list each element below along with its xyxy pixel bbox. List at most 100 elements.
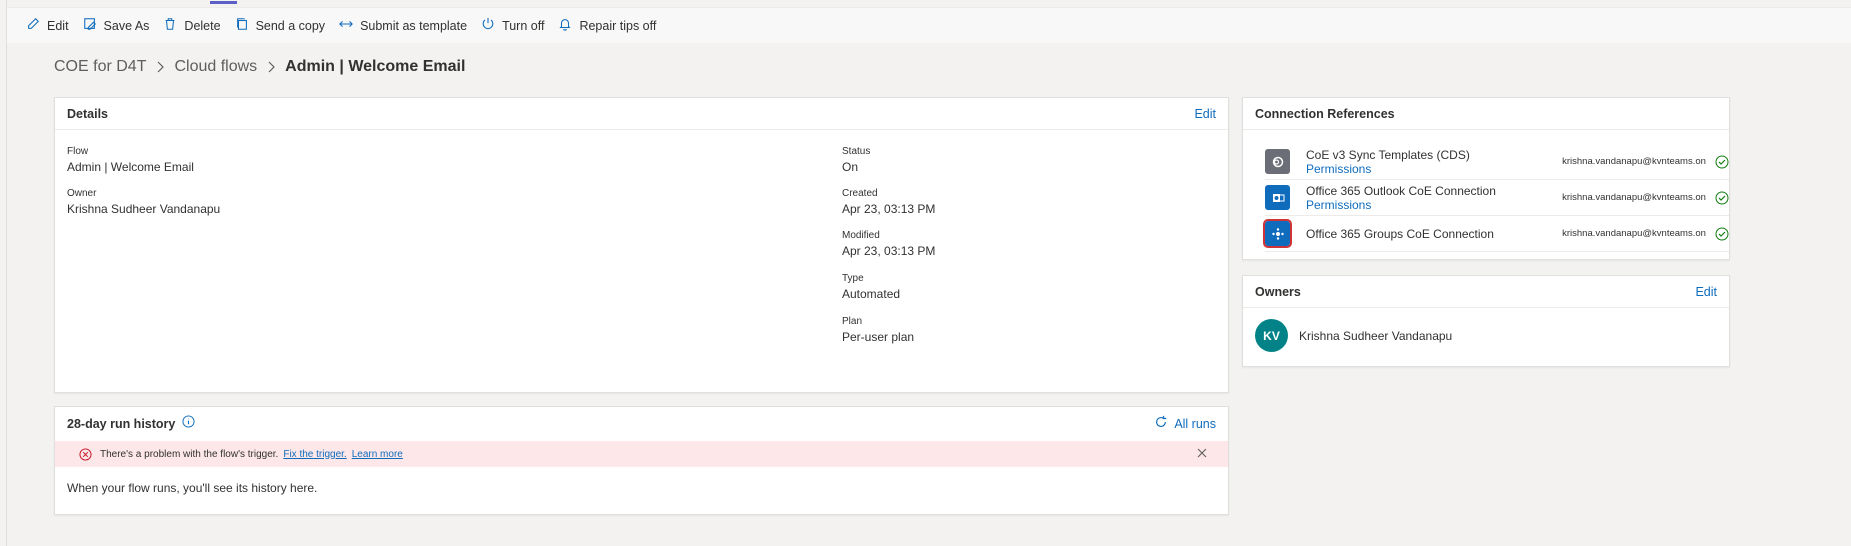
type-value: Automated [842, 287, 901, 301]
owners-card: Owners Edit KV Krishna Sudheer Vandanapu [1242, 275, 1730, 367]
modified-field: Modified Apr 23, 03:13 PM [842, 230, 935, 258]
owners-title: Owners [1255, 284, 1301, 299]
connection-email: krishna.vandanapu@kvnteams.on [1562, 192, 1706, 203]
dataverse-icon [1265, 149, 1290, 174]
check-circle-icon [1715, 191, 1729, 205]
flow-value: Admin | Welcome Email [67, 160, 194, 174]
owner-name: Krishna Sudheer Vandanapu [1299, 328, 1453, 343]
all-runs-label: All runs [1174, 417, 1216, 431]
edit-button[interactable]: Edit [26, 17, 69, 34]
plan-field: Plan Per-user plan [842, 316, 914, 344]
owner-row: KV Krishna Sudheer Vandanapu [1243, 308, 1729, 363]
save-as-button[interactable]: Save As [83, 17, 150, 34]
turn-off-button[interactable]: Turn off [481, 17, 544, 34]
bell-icon [558, 17, 572, 34]
repair-tips-label: Repair tips off [579, 18, 657, 33]
outlook-icon [1265, 185, 1290, 210]
breadcrumb: COE for D4T Cloud flows Admin | Welcome … [54, 58, 465, 76]
error-text: There's a problem with the flow's trigge… [100, 448, 279, 460]
permissions-link[interactable]: Permissions [1306, 198, 1562, 212]
run-history-title-group: 28-day run history [67, 415, 195, 433]
avatar: KV [1255, 319, 1288, 352]
owner-label: Owner [67, 188, 97, 199]
connection-name: Office 365 Groups CoE Connection [1306, 227, 1562, 241]
refresh-icon [1154, 415, 1168, 434]
send-copy-button[interactable]: Send a copy [235, 17, 326, 34]
trigger-error-banner: There's a problem with the flow's trigge… [55, 441, 1228, 467]
owner-field: Owner Krishna Sudheer Vandanapu [67, 188, 220, 216]
owner-value: Krishna Sudheer Vandanapu [67, 202, 221, 216]
submit-template-label: Submit as template [360, 18, 468, 33]
copy-icon [235, 17, 249, 34]
chevron-right-icon [266, 61, 276, 73]
created-label: Created [842, 188, 878, 199]
check-circle-icon [1715, 227, 1729, 241]
breadcrumb-root[interactable]: COE for D4T [54, 58, 146, 76]
owners-header: Owners Edit [1243, 276, 1729, 308]
status-label: Status [842, 146, 871, 157]
created-value: Apr 23, 03:13 PM [842, 202, 936, 216]
connection-row: Office 365 Groups CoE Connection krishna… [1263, 216, 1729, 252]
error-icon [79, 447, 92, 461]
run-history-empty-text: When your flow runs, you'll see its hist… [67, 481, 318, 495]
permissions-link[interactable]: Permissions [1306, 162, 1562, 176]
fix-trigger-link[interactable]: Fix the trigger. [283, 449, 346, 460]
modified-label: Modified [842, 230, 880, 241]
owners-edit-link[interactable]: Edit [1695, 285, 1717, 299]
run-history-card: 28-day run history All runs There's a pr… [54, 406, 1229, 515]
details-title: Details [67, 106, 108, 121]
all-runs-button[interactable]: All runs [1154, 415, 1216, 434]
chevron-right-icon [155, 61, 165, 73]
command-bar: Edit Save As Delete Send a copy Submit a… [7, 1, 1851, 43]
run-history-title: 28-day run history [67, 417, 176, 431]
save-as-label: Save As [103, 18, 150, 33]
plan-label: Plan [842, 316, 863, 327]
connection-name: CoE v3 Sync Templates (CDS) Permissions [1306, 148, 1562, 176]
connection-name-text: Office 365 Outlook CoE Connection [1306, 183, 1496, 198]
power-icon [481, 17, 495, 34]
connection-name-text: CoE v3 Sync Templates (CDS) [1306, 147, 1470, 162]
edit-label: Edit [47, 18, 69, 33]
turn-off-label: Turn off [502, 18, 545, 33]
groups-icon [1263, 219, 1292, 248]
delete-button[interactable]: Delete [163, 17, 221, 34]
details-edit-link[interactable]: Edit [1194, 107, 1216, 121]
details-header: Details Edit [55, 98, 1228, 130]
connection-name: Office 365 Outlook CoE Connection Permis… [1306, 184, 1562, 212]
flow-label: Flow [67, 146, 89, 157]
plan-value: Per-user plan [842, 330, 915, 344]
type-label: Type [842, 273, 864, 284]
check-circle-icon [1715, 155, 1729, 169]
status-field: Status On [842, 146, 870, 174]
run-history-header: 28-day run history All runs [55, 407, 1228, 441]
save-as-icon [83, 17, 97, 34]
page-title: Admin | Welcome Email [285, 58, 466, 75]
delete-label: Delete [184, 18, 221, 33]
close-icon[interactable] [1196, 447, 1208, 462]
tab-selected-indicator [210, 1, 237, 4]
created-field: Created Apr 23, 03:13 PM [842, 188, 935, 216]
modified-value: Apr 23, 03:13 PM [842, 244, 936, 258]
breadcrumb-section[interactable]: Cloud flows [174, 58, 257, 76]
connection-email: krishna.vandanapu@kvnteams.on [1562, 156, 1706, 167]
connection-references-title: Connection References [1255, 106, 1395, 121]
flow-field: Flow Admin | Welcome Email [67, 146, 194, 174]
connection-email: krishna.vandanapu@kvnteams.on [1562, 228, 1706, 239]
connection-row: CoE v3 Sync Templates (CDS) Permissions … [1265, 144, 1729, 180]
details-card: Details Edit Flow Admin | Welcome Email … [54, 97, 1229, 393]
repair-tips-button[interactable]: Repair tips off [558, 17, 656, 34]
submit-template-button[interactable]: Submit as template [339, 17, 467, 34]
info-icon[interactable] [182, 415, 195, 433]
status-value: On [842, 160, 859, 174]
pencil-icon [26, 17, 40, 34]
left-rail [0, 0, 7, 546]
type-field: Type Automated [842, 273, 900, 301]
arrows-icon [339, 17, 353, 34]
send-copy-label: Send a copy [255, 18, 326, 33]
connection-name-text: Office 365 Groups CoE Connection [1306, 226, 1494, 241]
connection-row: Office 365 Outlook CoE Connection Permis… [1265, 180, 1729, 216]
learn-more-link[interactable]: Learn more [352, 449, 403, 460]
connection-references-card: Connection References CoE v3 Sync Templa… [1242, 97, 1730, 260]
trash-icon [163, 17, 177, 34]
connection-references-header: Connection References [1243, 98, 1729, 130]
